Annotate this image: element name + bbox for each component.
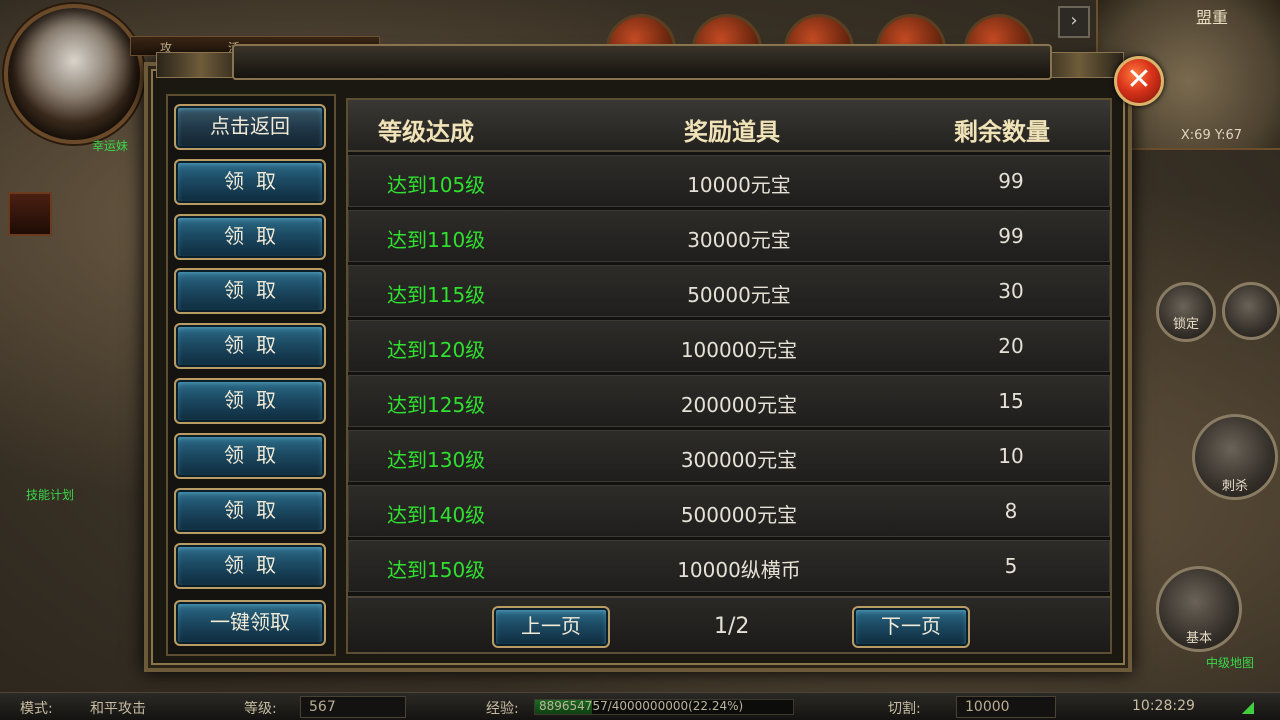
dialog-title-bar (232, 44, 1052, 80)
basic-attack-button[interactable]: 基本 (1156, 566, 1242, 652)
claim-button-1[interactable]: 领取 (174, 159, 326, 205)
claim-button-7[interactable]: 领取 (174, 488, 326, 534)
lock-target-button[interactable]: 锁定 (1156, 282, 1216, 342)
claim-button-3[interactable]: 领取 (174, 268, 326, 314)
minimap-coords: X:69 Y:67 (1180, 128, 1242, 143)
player-portrait[interactable] (4, 4, 144, 144)
table-row: 达到115级 50000元宝 30 (348, 265, 1110, 317)
back-button[interactable]: 点击返回 (174, 104, 326, 150)
next-page-button[interactable]: 下一页 (852, 606, 970, 648)
basic-label: 基本 (1185, 631, 1212, 646)
row-remaining: 99 (998, 169, 1024, 193)
table-row: 达到105级 10000元宝 99 (348, 155, 1110, 207)
mode-value[interactable]: 和平攻击 (90, 698, 146, 718)
row-reward: 30000元宝 (687, 228, 791, 252)
row-level: 达到105级 (387, 173, 486, 197)
claim-all-button[interactable]: 一键领取 (174, 600, 326, 646)
row-remaining: 99 (998, 224, 1024, 248)
level-label: 等级: (244, 701, 277, 717)
npc-label: 技能计划 (26, 488, 75, 502)
mode-label: 模式: (20, 701, 53, 717)
claim-button-2[interactable]: 领取 (174, 214, 326, 260)
exp-bar: 889654757/4000000000(22.24%) (534, 699, 794, 715)
row-level: 达到140级 (387, 503, 486, 527)
row-reward: 300000元宝 (680, 448, 798, 472)
row-remaining: 10 (998, 444, 1024, 468)
pagination: 上一页 1/2 下一页 (348, 596, 1110, 652)
wifi-icon: ◢ (1241, 697, 1254, 716)
row-level: 达到120级 (387, 338, 486, 362)
table-row: 达到130级 300000元宝 10 (348, 430, 1110, 482)
minimap-title: 盟重 (1195, 8, 1228, 27)
claim-button-6[interactable]: 领取 (174, 433, 326, 479)
row-reward: 500000元宝 (680, 503, 798, 527)
row-level: 达到110级 (387, 228, 486, 252)
row-level: 达到130级 (387, 448, 486, 472)
header-reward: 奖励道具 (684, 117, 780, 146)
cut-value: 10000 (956, 696, 1056, 718)
close-icon[interactable]: ✕ (1114, 56, 1164, 106)
row-reward: 10000纵横币 (677, 558, 801, 582)
map-label[interactable]: 中级地图 (1206, 654, 1254, 671)
row-remaining: 30 (998, 279, 1024, 303)
claim-button-5[interactable]: 领取 (174, 378, 326, 424)
page-indicator: 1/2 (714, 614, 750, 639)
row-remaining: 8 (1004, 499, 1018, 523)
thrust-label: 刺杀 (1221, 479, 1248, 494)
claim-button-4[interactable]: 领取 (174, 323, 326, 369)
row-level: 达到150级 (387, 558, 486, 582)
row-reward: 50000元宝 (687, 283, 791, 307)
table-row: 达到110级 30000元宝 99 (348, 210, 1110, 262)
level-value: 567 (300, 696, 406, 718)
exp-value: 889654757/4000000000(22.24%) (539, 699, 744, 713)
prev-page-button[interactable]: 上一页 (492, 606, 610, 648)
exp-label: 经验: (486, 701, 519, 717)
header-remaining: 剩余数量 (954, 117, 1050, 146)
row-reward: 200000元宝 (680, 393, 798, 417)
player-name: 幸运妹 (92, 139, 129, 153)
table-row: 达到150级 10000纵横币 5 (348, 540, 1110, 592)
chevron-right-icon[interactable]: › (1058, 6, 1090, 38)
thrust-skill-button[interactable]: 刺杀 (1192, 414, 1278, 500)
row-remaining: 5 (1004, 554, 1018, 578)
cut-label: 切割: (888, 701, 921, 717)
row-level: 达到115级 (387, 283, 486, 307)
table-row: 达到125级 200000元宝 15 (348, 375, 1110, 427)
row-level: 达到125级 (387, 393, 486, 417)
claim-button-8[interactable]: 领取 (174, 543, 326, 589)
row-remaining: 20 (998, 334, 1024, 358)
table-header: 等级达成 奖励道具 剩余数量 (348, 100, 1110, 152)
table-row: 达到120级 100000元宝 20 (348, 320, 1110, 372)
lock-label: 锁定 (1172, 317, 1199, 332)
row-reward: 10000元宝 (687, 173, 791, 197)
buff-icon[interactable] (8, 192, 52, 236)
header-level: 等级达成 (378, 117, 474, 146)
diamond-icon[interactable] (1222, 282, 1280, 340)
row-reward: 100000元宝 (680, 338, 798, 362)
row-remaining: 15 (998, 389, 1024, 413)
table-row: 达到140级 500000元宝 8 (348, 485, 1110, 537)
status-bar: 模式: 和平攻击 等级: 567 经验: 889654757/400000000… (0, 692, 1280, 720)
clock: 10:28:29 (1132, 698, 1195, 714)
